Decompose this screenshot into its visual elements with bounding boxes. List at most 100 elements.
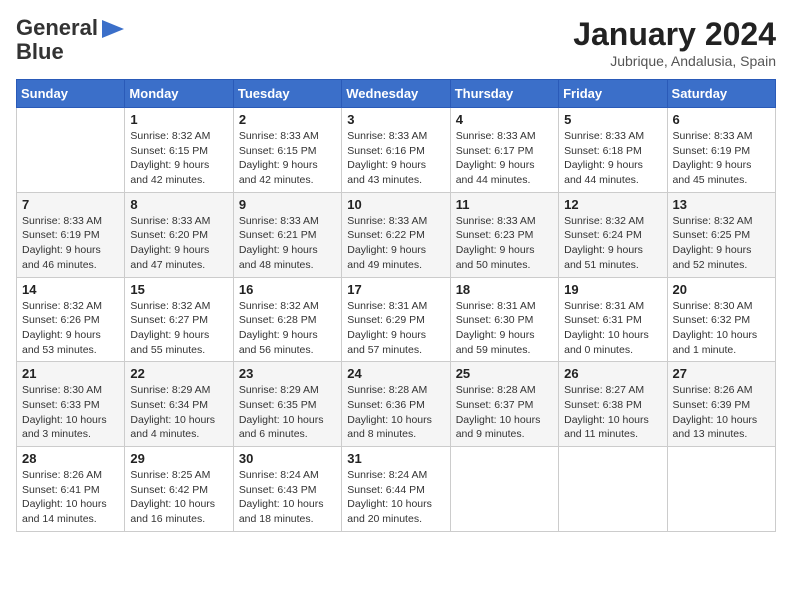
calendar-cell: 26 Sunrise: 8:27 AM Sunset: 6:38 PM Dayli… <box>559 362 667 447</box>
day-number: 22 <box>130 366 227 381</box>
day-number: 6 <box>673 112 770 127</box>
calendar-cell: 25 Sunrise: 8:28 AM Sunset: 6:37 PM Dayli… <box>450 362 558 447</box>
day-number: 17 <box>347 282 444 297</box>
calendar-cell: 1 Sunrise: 8:32 AM Sunset: 6:15 PM Daylig… <box>125 108 233 193</box>
calendar-week-row: 14 Sunrise: 8:32 AM Sunset: 6:26 PM Dayli… <box>17 277 776 362</box>
calendar-header-saturday: Saturday <box>667 80 775 108</box>
day-number: 14 <box>22 282 119 297</box>
calendar-cell: 29Sunrise: 8:25 AM Sunset: 6:42 PM Dayli… <box>125 447 233 532</box>
day-number: 5 <box>564 112 661 127</box>
day-number: 9 <box>239 197 336 212</box>
day-number: 1 <box>130 112 227 127</box>
day-number: 8 <box>130 197 227 212</box>
calendar-cell: 21Sunrise: 8:30 AM Sunset: 6:33 PM Dayli… <box>17 362 125 447</box>
day-info: Sunrise: 8:30 AM Sunset: 6:33 PM Dayligh… <box>22 383 119 442</box>
day-number: 24 <box>347 366 444 381</box>
day-info: Sunrise: 8:32 AM Sunset: 6:25 PM Dayligh… <box>673 214 770 273</box>
calendar-cell: 30 Sunrise: 8:24 AM Sunset: 6:43 PM Dayli… <box>233 447 341 532</box>
day-number: 11 <box>456 197 553 212</box>
calendar-cell: 8 Sunrise: 8:33 AM Sunset: 6:20 PM Daylig… <box>125 192 233 277</box>
location: Jubrique, Andalusia, Spain <box>573 53 776 69</box>
calendar-cell: 28 Sunrise: 8:26 AM Sunset: 6:41 PM Dayli… <box>17 447 125 532</box>
day-number: 26 <box>564 366 661 381</box>
calendar-cell: 9 Sunrise: 8:33 AM Sunset: 6:21 PM Daylig… <box>233 192 341 277</box>
calendar-header-sunday: Sunday <box>17 80 125 108</box>
day-info: Sunrise: 8:26 AM Sunset: 6:41 PM Dayligh… <box>22 468 119 527</box>
day-number: 27 <box>673 366 770 381</box>
day-info: Sunrise: 8:31 AM Sunset: 6:31 PM Dayligh… <box>564 299 661 358</box>
day-info: Sunrise: 8:25 AM Sunset: 6:42 PM Dayligh… <box>130 468 227 527</box>
calendar-cell: 12 Sunrise: 8:32 AM Sunset: 6:24 PM Dayli… <box>559 192 667 277</box>
calendar-cell <box>559 447 667 532</box>
day-info: Sunrise: 8:32 AM Sunset: 6:28 PM Dayligh… <box>239 299 336 358</box>
day-number: 19 <box>564 282 661 297</box>
calendar-cell: 18Sunrise: 8:31 AM Sunset: 6:30 PM Dayli… <box>450 277 558 362</box>
logo-arrow-icon <box>102 20 124 38</box>
day-info: Sunrise: 8:24 AM Sunset: 6:44 PM Dayligh… <box>347 468 444 527</box>
title-block: January 2024 Jubrique, Andalusia, Spain <box>573 16 776 69</box>
day-info: Sunrise: 8:30 AM Sunset: 6:32 PM Dayligh… <box>673 299 770 358</box>
calendar-header-tuesday: Tuesday <box>233 80 341 108</box>
calendar-cell: 19 Sunrise: 8:31 AM Sunset: 6:31 PM Dayli… <box>559 277 667 362</box>
day-info: Sunrise: 8:33 AM Sunset: 6:17 PM Dayligh… <box>456 129 553 188</box>
day-number: 13 <box>673 197 770 212</box>
day-info: Sunrise: 8:33 AM Sunset: 6:15 PM Dayligh… <box>239 129 336 188</box>
calendar-cell: 13 Sunrise: 8:32 AM Sunset: 6:25 PM Dayli… <box>667 192 775 277</box>
day-number: 4 <box>456 112 553 127</box>
day-info: Sunrise: 8:33 AM Sunset: 6:21 PM Dayligh… <box>239 214 336 273</box>
logo: General Blue <box>16 16 124 64</box>
day-number: 28 <box>22 451 119 466</box>
day-info: Sunrise: 8:27 AM Sunset: 6:38 PM Dayligh… <box>564 383 661 442</box>
calendar-cell <box>17 108 125 193</box>
day-info: Sunrise: 8:28 AM Sunset: 6:37 PM Dayligh… <box>456 383 553 442</box>
day-number: 10 <box>347 197 444 212</box>
calendar-week-row: 28 Sunrise: 8:26 AM Sunset: 6:41 PM Dayli… <box>17 447 776 532</box>
calendar-cell: 22Sunrise: 8:29 AM Sunset: 6:34 PM Dayli… <box>125 362 233 447</box>
day-info: Sunrise: 8:32 AM Sunset: 6:27 PM Dayligh… <box>130 299 227 358</box>
day-number: 7 <box>22 197 119 212</box>
day-number: 25 <box>456 366 553 381</box>
day-info: Sunrise: 8:28 AM Sunset: 6:36 PM Dayligh… <box>347 383 444 442</box>
day-info: Sunrise: 8:33 AM Sunset: 6:20 PM Dayligh… <box>130 214 227 273</box>
day-info: Sunrise: 8:33 AM Sunset: 6:23 PM Dayligh… <box>456 214 553 273</box>
calendar-cell <box>667 447 775 532</box>
calendar-week-row: 21Sunrise: 8:30 AM Sunset: 6:33 PM Dayli… <box>17 362 776 447</box>
day-number: 3 <box>347 112 444 127</box>
day-info: Sunrise: 8:33 AM Sunset: 6:19 PM Dayligh… <box>673 129 770 188</box>
logo-blue: Blue <box>16 40 64 64</box>
day-info: Sunrise: 8:32 AM Sunset: 6:15 PM Dayligh… <box>130 129 227 188</box>
calendar-header-friday: Friday <box>559 80 667 108</box>
page-header: General Blue January 2024 Jubrique, Anda… <box>16 16 776 69</box>
calendar-cell: 2Sunrise: 8:33 AM Sunset: 6:15 PM Daylig… <box>233 108 341 193</box>
calendar-cell <box>450 447 558 532</box>
day-info: Sunrise: 8:33 AM Sunset: 6:18 PM Dayligh… <box>564 129 661 188</box>
calendar-cell: 23Sunrise: 8:29 AM Sunset: 6:35 PM Dayli… <box>233 362 341 447</box>
day-info: Sunrise: 8:31 AM Sunset: 6:29 PM Dayligh… <box>347 299 444 358</box>
calendar-week-row: 1 Sunrise: 8:32 AM Sunset: 6:15 PM Daylig… <box>17 108 776 193</box>
calendar-header-wednesday: Wednesday <box>342 80 450 108</box>
calendar-cell: 11 Sunrise: 8:33 AM Sunset: 6:23 PM Dayli… <box>450 192 558 277</box>
calendar-cell: 6 Sunrise: 8:33 AM Sunset: 6:19 PM Daylig… <box>667 108 775 193</box>
day-info: Sunrise: 8:24 AM Sunset: 6:43 PM Dayligh… <box>239 468 336 527</box>
day-number: 12 <box>564 197 661 212</box>
day-info: Sunrise: 8:32 AM Sunset: 6:26 PM Dayligh… <box>22 299 119 358</box>
calendar-cell: 16Sunrise: 8:32 AM Sunset: 6:28 PM Dayli… <box>233 277 341 362</box>
calendar-cell: 17 Sunrise: 8:31 AM Sunset: 6:29 PM Dayli… <box>342 277 450 362</box>
day-number: 23 <box>239 366 336 381</box>
day-number: 18 <box>456 282 553 297</box>
calendar-cell: 24 Sunrise: 8:28 AM Sunset: 6:36 PM Dayli… <box>342 362 450 447</box>
day-number: 30 <box>239 451 336 466</box>
day-number: 31 <box>347 451 444 466</box>
calendar-cell: 7 Sunrise: 8:33 AM Sunset: 6:19 PM Daylig… <box>17 192 125 277</box>
calendar-header-monday: Monday <box>125 80 233 108</box>
month-title: January 2024 <box>573 16 776 53</box>
calendar-header-row: SundayMondayTuesdayWednesdayThursdayFrid… <box>17 80 776 108</box>
day-info: Sunrise: 8:26 AM Sunset: 6:39 PM Dayligh… <box>673 383 770 442</box>
calendar-cell: 3 Sunrise: 8:33 AM Sunset: 6:16 PM Daylig… <box>342 108 450 193</box>
day-info: Sunrise: 8:33 AM Sunset: 6:16 PM Dayligh… <box>347 129 444 188</box>
calendar-cell: 4 Sunrise: 8:33 AM Sunset: 6:17 PM Daylig… <box>450 108 558 193</box>
calendar-cell: 27 Sunrise: 8:26 AM Sunset: 6:39 PM Dayli… <box>667 362 775 447</box>
day-info: Sunrise: 8:32 AM Sunset: 6:24 PM Dayligh… <box>564 214 661 273</box>
calendar-header-thursday: Thursday <box>450 80 558 108</box>
day-info: Sunrise: 8:33 AM Sunset: 6:19 PM Dayligh… <box>22 214 119 273</box>
